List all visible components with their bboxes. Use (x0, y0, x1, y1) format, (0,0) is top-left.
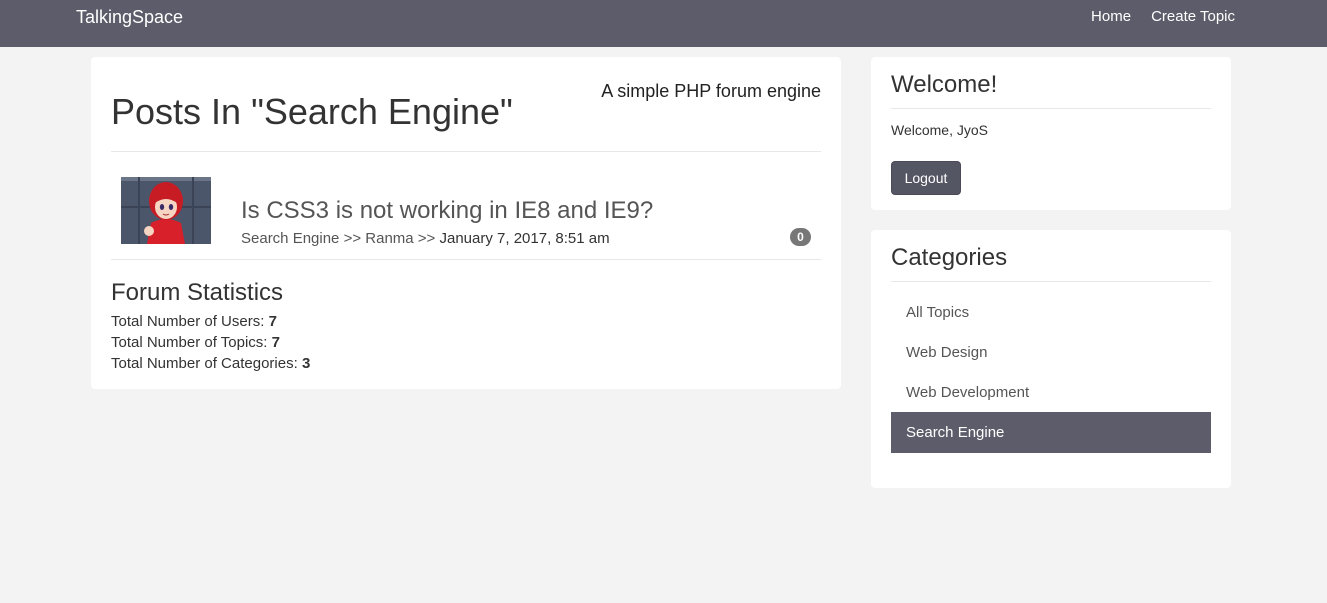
welcome-title: Welcome! (891, 71, 998, 98)
category-item-web-development[interactable]: Web Development (891, 372, 1211, 413)
stat-topics: Total Number of Topics: 7 (111, 334, 280, 352)
forum-statistics-title: Forum Statistics (111, 279, 284, 306)
nav-home-link[interactable]: Home (1091, 8, 1131, 26)
top-navbar: TalkingSpace Home Create Topic (0, 0, 1327, 47)
welcome-panel: Welcome! Welcome, JyoS Logout (871, 57, 1231, 210)
stat-users-value: 7 (268, 313, 277, 330)
nav-create-topic-link[interactable]: Create Topic (1151, 8, 1235, 26)
category-item-search-engine[interactable]: Search Engine (891, 412, 1211, 453)
stat-categories-label: Total Number of Categories: (111, 355, 298, 372)
meta-separator: >> (417, 230, 440, 247)
stat-topics-value: 7 (271, 334, 280, 351)
category-item-all-topics[interactable]: All Topics (891, 292, 1211, 333)
logout-button[interactable]: Logout (891, 161, 961, 195)
reply-count-badge: 0 (790, 228, 811, 246)
brand-logo[interactable]: TalkingSpace (76, 7, 183, 27)
topic-author-link[interactable]: Ranma (365, 230, 413, 247)
divider (891, 108, 1211, 109)
stat-topics-label: Total Number of Topics: (111, 334, 268, 351)
page-title: Posts In "Search Engine" (111, 91, 513, 132)
categories-panel: Categories All Topics Web Design Web Dev… (871, 230, 1231, 488)
divider (111, 151, 821, 152)
topic-category-link[interactable]: Search Engine (241, 230, 339, 247)
categories-title: Categories (891, 244, 1008, 271)
divider (891, 281, 1211, 282)
welcome-text: Welcome, JyoS (891, 122, 988, 138)
main-panel: A simple PHP forum engine Posts In "Sear… (91, 57, 841, 389)
topic-meta: Search Engine >> Ranma >> January 7, 201… (241, 230, 610, 248)
avatar (121, 177, 211, 244)
topic-title-link[interactable]: Is CSS3 is not working in IE8 and IE9? (241, 197, 653, 225)
meta-separator: >> (343, 230, 366, 247)
anime-avatar-image (121, 177, 211, 244)
divider (111, 259, 821, 260)
category-item-web-design[interactable]: Web Design (891, 332, 1211, 373)
nav-links: Home Create Topic (1091, 8, 1235, 26)
topic-date: January 7, 2017, 8:51 am (439, 230, 610, 247)
stat-categories: Total Number of Categories: 3 (111, 355, 310, 373)
stat-categories-value: 3 (301, 355, 311, 372)
stat-users: Total Number of Users: 7 (111, 313, 277, 331)
stat-users-label: Total Number of Users: (111, 313, 265, 330)
site-tagline: A simple PHP forum engine (601, 81, 821, 101)
